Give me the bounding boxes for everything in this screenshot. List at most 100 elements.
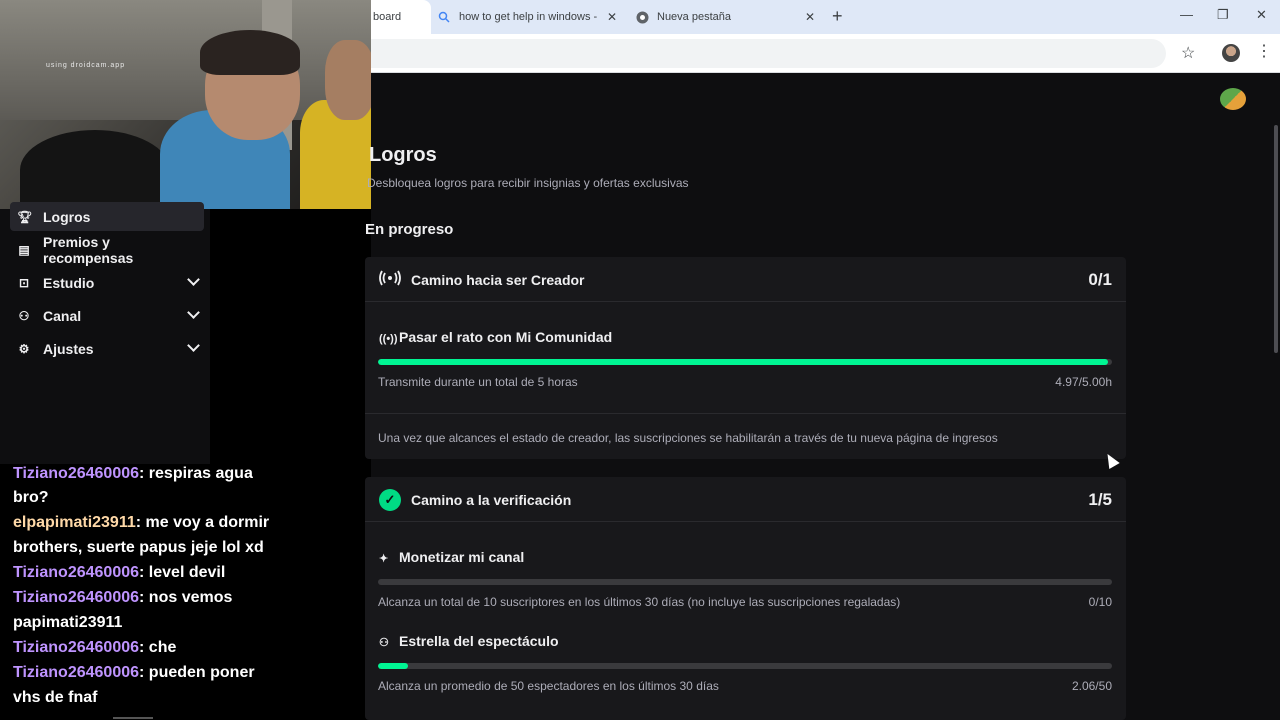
- chat-message: Tiziano26460006: respiras agua: [13, 465, 253, 482]
- webcam-watermark: using droidcam.app: [46, 62, 126, 69]
- page-scrollbar[interactable]: [1274, 125, 1278, 353]
- new-tab-button[interactable]: +: [832, 6, 843, 27]
- sidebar-item-logros[interactable]: 🏆︎ Logros: [10, 202, 204, 231]
- chat-username: Tiziano26460006: [13, 589, 140, 606]
- card-title: Camino a la verificación: [411, 492, 572, 508]
- chevron-down-icon[interactable]: [187, 306, 200, 319]
- studio-icon: ⊡: [18, 275, 30, 290]
- close-tab-icon[interactable]: ✕: [607, 10, 617, 24]
- sidebar-item-estudio[interactable]: ⊡ Estudio: [10, 268, 204, 297]
- close-tab-icon[interactable]: ✕: [805, 10, 815, 24]
- chat-text: bro?: [13, 489, 49, 506]
- task-title-text: Monetizar mi canal: [399, 549, 525, 565]
- sidebar-item-label: Canal: [43, 307, 82, 324]
- chat-text: nos vemos: [148, 589, 233, 606]
- creator-sidebar: 🏆︎ Logros ▤ Premios y recompensas ⊡ Estu…: [0, 202, 210, 464]
- card-title: Camino hacia ser Creador: [411, 272, 585, 288]
- trophy-icon: 🏆︎: [17, 209, 33, 224]
- profile-avatar[interactable]: [1222, 44, 1240, 62]
- task-title-text: Estrella del espectáculo: [399, 633, 559, 649]
- task-title: ⚇ Estrella del espectáculo: [379, 633, 559, 649]
- achievement-card-creator: Camino hacia ser Creador 0/1 ((•))Pasar …: [365, 257, 1126, 459]
- address-bar: ☆ ⋮: [371, 34, 1280, 73]
- tab-dashboard[interactable]: board: [371, 0, 431, 34]
- close-window-button[interactable]: ✕: [1256, 7, 1267, 23]
- chat-username: elpapimati23911: [13, 514, 136, 531]
- webcam-person-1-hair: [200, 30, 300, 75]
- broadcast-icon: ((•)): [379, 333, 398, 345]
- gift-icon: ▤: [18, 242, 30, 257]
- chat-text: me voy a dormir: [145, 514, 270, 531]
- sidebar-item-canal[interactable]: ⚇ Canal: [10, 301, 204, 330]
- task-description: Transmite durante un total de 5 horas: [378, 375, 578, 389]
- page-title: Logros: [369, 144, 437, 166]
- chat-message: vhs de fnaf: [13, 685, 313, 710]
- section-in-progress: En progreso: [365, 221, 454, 238]
- tab-title: Nueva pestaña: [657, 11, 731, 23]
- chat-message: elpapimati23911: me voy a dormir: [13, 514, 270, 531]
- progress-fill: [378, 359, 1108, 365]
- broadcast-icon: [379, 270, 401, 290]
- chat-divider: [113, 717, 153, 719]
- user-avatar[interactable]: [1220, 88, 1246, 110]
- chat-text: respiras agua: [148, 465, 253, 482]
- chat-text: che: [148, 639, 177, 656]
- achievements-page: Logros Desbloquea logros para recibir in…: [365, 73, 1280, 720]
- progress-fill: [378, 663, 409, 669]
- verified-check-icon: ✓: [379, 489, 401, 511]
- search-icon: [437, 10, 451, 24]
- bookmark-star-icon[interactable]: ☆: [1181, 43, 1195, 63]
- page-subtitle: Desbloquea logros para recibir insignias…: [367, 176, 689, 190]
- chat-overlay: Tiziano26460006: respiras agua bro? elpa…: [0, 464, 371, 720]
- sparkle-icon: ✦: [379, 553, 389, 565]
- task-title-text: Pasar el rato con Mi Comunidad: [399, 329, 613, 345]
- task-value: 4.97/5.00h: [1055, 375, 1112, 389]
- chevron-down-icon[interactable]: [187, 339, 200, 352]
- sidebar-item-label: Premios y recompensas: [43, 233, 134, 266]
- channel-icon: ⚇: [18, 308, 30, 323]
- tab-new[interactable]: Nueva pestaña ✕: [635, 0, 825, 34]
- card-count: 0/1: [1088, 270, 1112, 289]
- task-value: 0/10: [1088, 595, 1112, 609]
- chrome-icon: [635, 10, 649, 24]
- task-title: ✦ Monetizar mi canal: [379, 549, 524, 565]
- sidebar-item-label: Logros: [43, 208, 91, 225]
- chat-message: Tiziano26460006: pueden poner: [13, 664, 255, 681]
- menu-icon[interactable]: ⋮: [1256, 41, 1272, 61]
- chat-message: brothers, suerte papus jeje lol xd: [13, 535, 313, 560]
- gear-icon: ⚙︎: [18, 341, 30, 356]
- chevron-down-icon[interactable]: [187, 273, 200, 286]
- chat-message: bro?: [13, 485, 313, 510]
- tab-title: how to get help in windows - B: [459, 11, 599, 23]
- webcam-person-2-head: [325, 40, 371, 120]
- task-value: 2.06/50: [1071, 679, 1112, 693]
- sidebar-item-premios[interactable]: ▤ Premios y recompensas: [10, 233, 204, 266]
- sidebar-item-label: Estudio: [43, 274, 95, 291]
- sidebar-item-ajustes[interactable]: ⚙︎ Ajustes: [10, 334, 204, 363]
- card-count: 1/5: [1088, 490, 1112, 509]
- omnibox[interactable]: [371, 39, 1166, 68]
- progress-bar: [378, 579, 1112, 585]
- card-header: ✓ Camino a la verificación 1/5: [365, 477, 1126, 522]
- chat-message: Tiziano26460006: nos vemos: [13, 589, 233, 606]
- progress-bar: [378, 359, 1112, 365]
- task-title: ((•))Pasar el rato con Mi Comunidad: [379, 329, 612, 345]
- chat-text: brothers, suerte papus jeje lol xd: [13, 539, 264, 556]
- card-header: Camino hacia ser Creador 0/1: [365, 257, 1126, 302]
- chat-username: Tiziano26460006: [13, 465, 140, 482]
- tab-help[interactable]: how to get help in windows - B ✕: [437, 0, 627, 34]
- chat-message: papimati23911: [13, 610, 313, 635]
- viewers-icon: ⚇: [379, 637, 389, 649]
- task-description: Alcanza un promedio de 50 espectadores e…: [378, 679, 719, 693]
- chat-text: pueden poner: [148, 664, 255, 681]
- chat-message: Tiziano26460006: che: [13, 639, 177, 656]
- minimize-button[interactable]: —: [1180, 7, 1193, 22]
- tab-title: board: [373, 11, 402, 23]
- card-note: Una vez que alcances el estado de creado…: [378, 431, 998, 445]
- card-divider: [365, 413, 1126, 414]
- sidebar-item-label: Ajustes: [43, 340, 94, 357]
- chat-text: vhs de fnaf: [13, 689, 98, 706]
- maximize-button[interactable]: ❐: [1217, 7, 1229, 23]
- achievement-card-verification: ✓ Camino a la verificación 1/5 ✦ Monetiza…: [365, 477, 1126, 720]
- chat-message: Tiziano26460006: level devil: [13, 564, 226, 581]
